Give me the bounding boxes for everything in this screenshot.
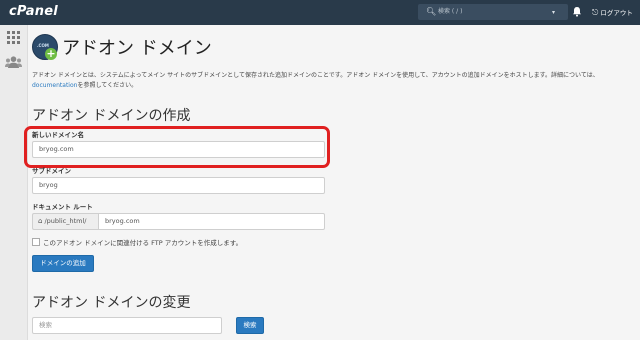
addon-domain-icon: .COM +: [32, 34, 58, 60]
logout-button[interactable]: ⎋ ログアウト: [592, 0, 633, 25]
ftp-checkbox[interactable]: [32, 238, 40, 246]
chevron-down-icon[interactable]: ▾: [552, 0, 555, 25]
logout-label: ログアウト: [600, 9, 633, 17]
global-search-placeholder: 検索 ( / ): [438, 8, 463, 15]
highlight-annotation: [24, 126, 330, 168]
plus-icon: +: [45, 47, 57, 60]
main-content: .COM + アドオン ドメイン アドオン ドメインとは、システムによってメイン…: [24, 25, 632, 340]
users-icon[interactable]: [5, 56, 22, 68]
documentation-link[interactable]: documentation: [32, 82, 77, 89]
ftp-checkbox-label: このアドオン ドメインに関連付ける FTP アカウントを作成します。: [43, 239, 243, 247]
cpanel-logo[interactable]: cPanel: [9, 4, 58, 19]
search-icon: 🔍︎: [426, 7, 437, 16]
ftp-checkbox-row[interactable]: このアドオン ドメインに関連付ける FTP アカウントを作成します。: [32, 237, 242, 247]
side-rail: [0, 25, 28, 340]
grid-icon[interactable]: [7, 31, 20, 44]
bell-icon[interactable]: [572, 6, 582, 17]
logout-icon: ⎋: [592, 8, 599, 17]
modify-search-input[interactable]: 検索: [32, 317, 222, 334]
home-icon: ⌂: [38, 217, 43, 225]
add-domain-button[interactable]: ドメインの追加: [32, 255, 94, 272]
modify-search-button[interactable]: 検索: [236, 317, 264, 334]
document-root-prefix: ⌂/public_html/: [32, 213, 98, 230]
subdomain-input[interactable]: bryog: [32, 177, 325, 194]
subdomain-label: サブドメイン: [32, 167, 71, 175]
modify-section-title: アドオン ドメインの変更: [32, 295, 191, 311]
page-title: アドオン ドメイン: [62, 38, 212, 59]
page-description: アドオン ドメインとは、システムによってメイン サイトのサブドメインとして保存さ…: [32, 72, 599, 89]
top-bar: cPanel 🔍︎ 検索 ( / ) ▾ ⎋ ログアウト: [0, 0, 640, 25]
create-section-title: アドオン ドメインの作成: [32, 108, 191, 124]
document-root-label: ドキュメント ルート: [32, 203, 93, 211]
document-root-input[interactable]: bryog.com: [98, 213, 325, 230]
global-search[interactable]: 🔍︎ 検索 ( / ): [418, 4, 568, 20]
